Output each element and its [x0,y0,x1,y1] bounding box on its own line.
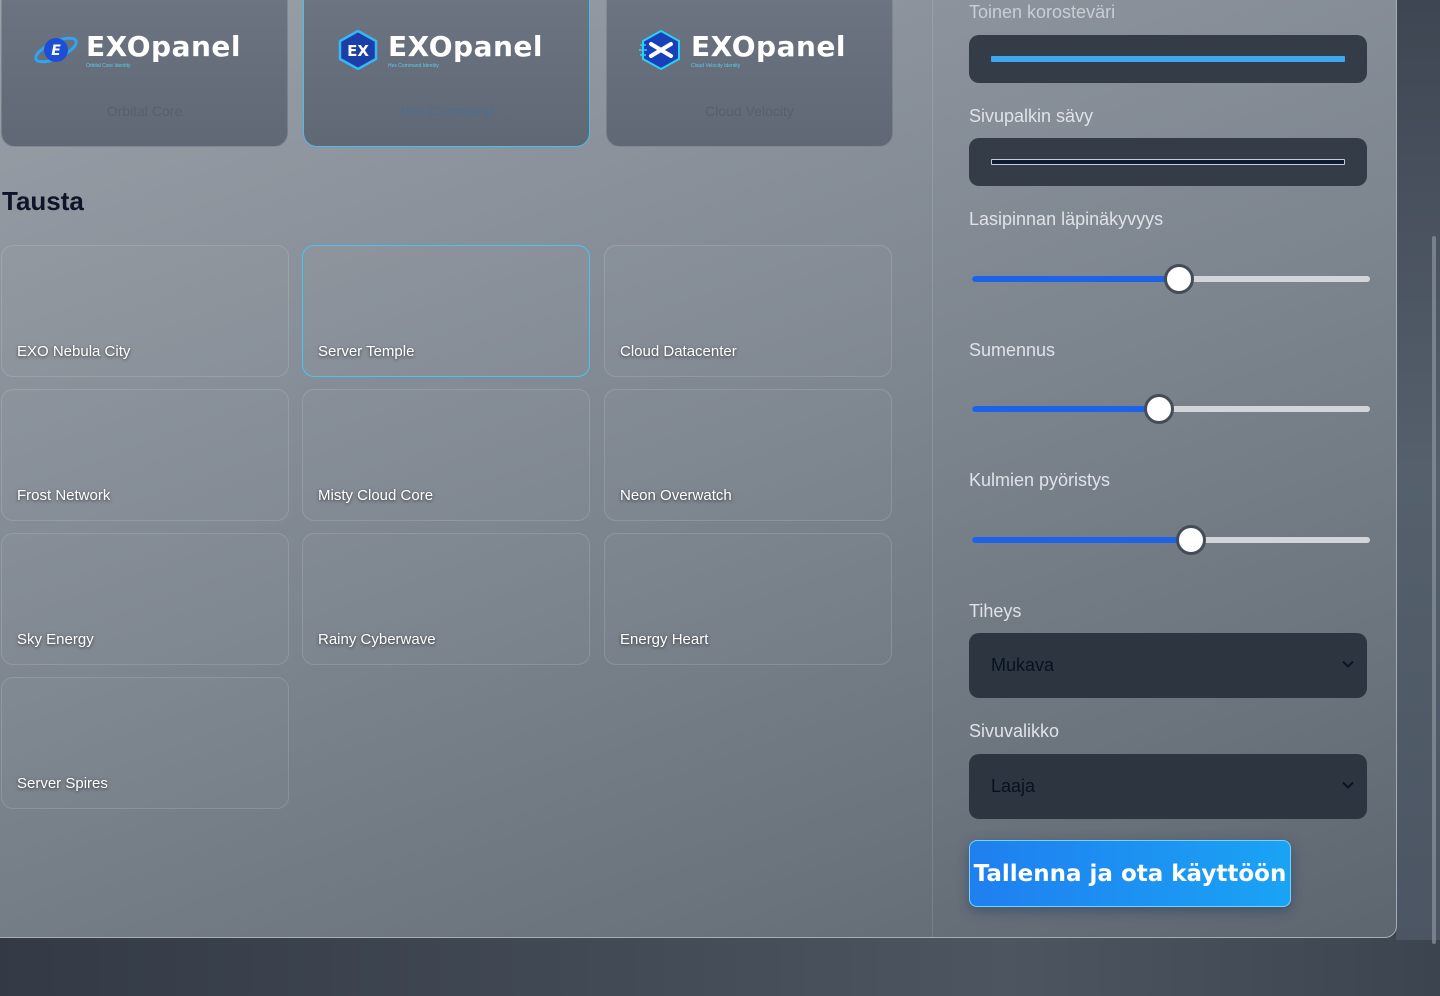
sidebar-tone-picker[interactable] [969,138,1367,186]
logo-name: EXOpanel [691,30,846,63]
density-select[interactable]: Mukava [969,633,1367,698]
secondary-accent-picker[interactable] [969,35,1367,83]
corner-radius-slider[interactable] [972,523,1370,557]
logo-subtitle: Cloud Velocity Identity [691,63,741,69]
background-tile-label: Neon Overwatch [620,487,732,504]
sidebar-tone-label: Sivupalkin sävy [969,106,1094,126]
chevron-down-icon [1342,660,1354,668]
background-tile[interactable]: Server Temple [302,245,590,377]
blur-slider[interactable] [972,392,1370,426]
density-label: Tiheys [969,601,1022,621]
background-tile[interactable]: Frost Network [1,389,289,521]
logo-brand: EXOpanel Cloud Velocity Identity [637,29,846,71]
background-tile-label: Server Spires [17,775,108,792]
sidebar-menu-label: Sivuvalikko [969,721,1060,741]
svg-text:E: E [51,43,61,59]
background-tile-label: Server Temple [318,343,415,360]
chevron-down-icon [1342,781,1354,789]
background-tile[interactable]: Rainy Cyberwave [302,533,590,665]
secondary-accent-swatch [991,56,1345,62]
slider-fill [972,406,1160,412]
svg-text:EX: EX [347,42,369,60]
cloud-velocity-logo-icon [637,29,685,71]
appearance-settings-panel: E EXOpanel Orbital Core Identity Orbital… [0,0,1397,938]
background-tile-label: Energy Heart [620,631,709,648]
sidebar-tone-swatch [991,159,1345,165]
density-select-value: Mukava [991,655,1055,675]
background-tile-label: Frost Network [17,487,111,504]
logo-caption: Cloud Velocity [705,103,794,119]
logo-caption: Hex Command [399,103,494,119]
save-and-apply-button[interactable]: Tallenna ja ota käyttöön [969,840,1291,907]
background-tile[interactable]: EXO Nebula City [1,245,289,377]
logo-subtitle: Hex Command Identity [388,63,439,69]
background-tile[interactable]: Sky Energy [1,533,289,665]
logo-option-cloud-velocity[interactable]: EXOpanel Cloud Velocity Identity Cloud V… [606,0,893,147]
background-tile[interactable]: Neon Overwatch [604,389,892,521]
slider-thumb[interactable] [1163,264,1194,294]
logo-brand: EX EXOpanel Hex Command Identity [334,29,543,71]
slider-fill [972,276,1179,282]
sidebar-menu-select-value: Laaja [991,776,1036,796]
glass-opacity-label: Lasipinnan läpinäkyvyys [969,209,1164,229]
logo-option-orbital-core[interactable]: E EXOpanel Orbital Core Identity Orbital… [1,0,288,147]
corner-radius-label: Kulmien pyöristys [969,470,1111,490]
logo-caption: Orbital Core [106,103,183,119]
logo-subtitle: Orbital Core Identity [86,63,131,69]
page-scrollbar[interactable] [1432,236,1436,944]
background-tile-label: Misty Cloud Core [318,487,434,504]
background-tile[interactable]: Server Spires [1,677,289,809]
background-tile[interactable]: Misty Cloud Core [302,389,590,521]
orbital-core-logo-icon: E [32,30,80,70]
slider-thumb[interactable] [1144,394,1175,424]
background-tile-label: Cloud Datacenter [620,343,737,360]
column-divider [932,0,933,938]
slider-fill [972,537,1191,543]
logo-option-hex-command[interactable]: EX EXOpanel Hex Command Identity Hex Com… [303,0,590,147]
slider-thumb[interactable] [1175,525,1206,555]
page-background-bottom [0,936,1440,996]
sidebar-menu-select[interactable]: Laaja [969,754,1367,819]
logo-brand: E EXOpanel Orbital Core Identity [32,30,241,70]
logo-name: EXOpanel [388,30,543,63]
background-tile[interactable]: Cloud Datacenter [604,245,892,377]
logo-name: EXOpanel [86,30,241,63]
background-tile-label: Sky Energy [17,631,94,648]
background-tile-label: EXO Nebula City [17,343,131,360]
blur-label: Sumennus [969,340,1056,360]
hex-command-logo-icon: EX [334,29,382,71]
background-section-title: Tausta [2,186,84,216]
background-tile-label: Rainy Cyberwave [318,631,436,648]
background-tile[interactable]: Energy Heart [604,533,892,665]
secondary-accent-label: Toinen korosteväri [969,2,1116,22]
glass-opacity-slider[interactable] [972,262,1370,296]
